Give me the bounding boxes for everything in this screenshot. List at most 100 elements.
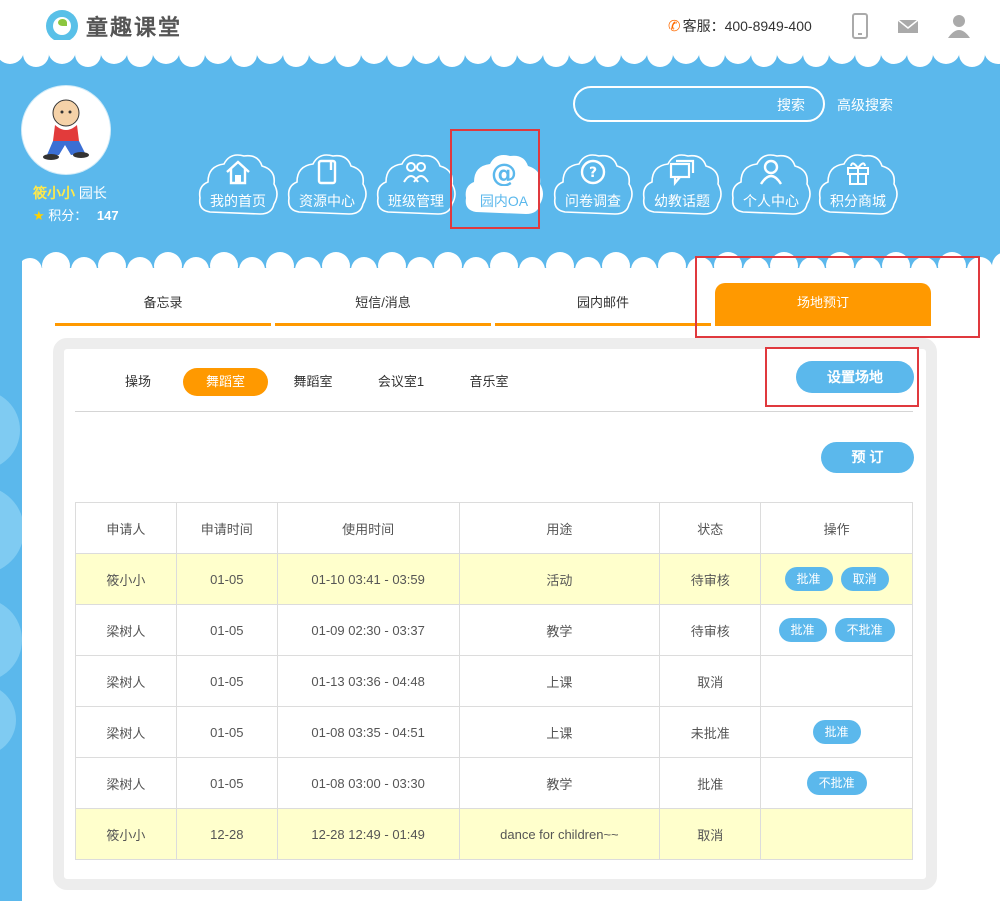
purpose-cell: 教学 bbox=[458, 757, 661, 809]
hotline-label: 客服： bbox=[682, 18, 725, 34]
room-tab[interactable]: 音乐室 bbox=[463, 368, 515, 396]
gift-icon bbox=[847, 162, 869, 185]
use-time-cell: 12-28 12:49 - 01:49 bbox=[276, 808, 460, 860]
status-cell: 取消 bbox=[659, 808, 762, 860]
nav-label: 积分商城 bbox=[830, 193, 886, 209]
room-tab[interactable]: 会议室1 bbox=[371, 368, 431, 396]
nav-item-class[interactable]: 班级管理 bbox=[374, 150, 458, 220]
cloud-edge-top bbox=[0, 40, 1000, 67]
nav-item-profile[interactable]: 个人中心 bbox=[729, 150, 813, 220]
column-header: 申请时间 bbox=[175, 502, 278, 554]
tab-mail[interactable]: 园内邮件 bbox=[495, 283, 711, 326]
brand-name: 童趣课堂 bbox=[86, 15, 183, 40]
status-cell: 未批准 bbox=[659, 706, 762, 758]
applicant-cell: 筱小小 bbox=[75, 553, 177, 605]
ops-cell bbox=[760, 808, 913, 860]
column-header: 用途 bbox=[458, 502, 661, 554]
ops-cell: 批准 不批准 bbox=[760, 604, 913, 656]
status-cell: 待审核 bbox=[659, 553, 762, 605]
purpose-cell: dance for children~~ bbox=[458, 808, 661, 860]
book-button[interactable]: 预 订 bbox=[821, 442, 914, 473]
nav-item-survey[interactable]: ? 问卷调查 bbox=[551, 150, 635, 220]
main-nav: 我的首页 资源中心 班级管理 @ 园内OA ? 问卷调查 幼教话题 个人中心 积… bbox=[196, 150, 906, 224]
nav-item-mall[interactable]: 积分商城 bbox=[816, 150, 900, 220]
star-icon: ★ bbox=[33, 208, 45, 223]
mobile-icon[interactable] bbox=[850, 12, 870, 40]
status-cell: 批准 bbox=[659, 757, 762, 809]
column-header: 申请人 bbox=[75, 502, 177, 554]
advanced-search-link[interactable]: 高级搜索 bbox=[837, 95, 893, 115]
annotation-box-setup-venue bbox=[765, 347, 919, 407]
reject-button[interactable]: 不批准 bbox=[806, 771, 867, 795]
approve-button[interactable]: 批准 bbox=[812, 720, 861, 744]
table-row: 筱小小 12-28 12-28 12:49 - 01:49 dance for … bbox=[75, 808, 913, 860]
use-time-cell: 01-08 03:35 - 04:51 bbox=[276, 706, 460, 758]
column-header: 使用时间 bbox=[276, 502, 460, 554]
nav-label: 个人中心 bbox=[743, 193, 799, 209]
purpose-cell: 上课 bbox=[458, 706, 661, 758]
nav-item-topics[interactable]: 幼教话题 bbox=[640, 150, 724, 220]
booking-table: 申请人 申请时间 使用时间 用途 状态 操作 筱小小 01-05 01-10 0… bbox=[75, 502, 913, 860]
user-points: ★ 积分： 147 bbox=[33, 205, 119, 224]
nav-item-resources[interactable]: 资源中心 bbox=[285, 150, 369, 220]
approve-button[interactable]: 批准 bbox=[778, 618, 827, 642]
purpose-cell: 活动 bbox=[458, 553, 661, 605]
svg-text:?: ? bbox=[589, 165, 597, 181]
table-row: 筱小小 01-05 01-10 03:41 - 03:59 活动 待审核 批准取… bbox=[75, 553, 913, 605]
ops-cell: 批准 bbox=[760, 706, 913, 758]
room-tab[interactable]: 舞蹈室 bbox=[287, 368, 339, 396]
approve-button[interactable]: 批准 bbox=[784, 567, 833, 591]
room-tab[interactable]: 操场 bbox=[113, 368, 163, 396]
mail-icon[interactable] bbox=[896, 12, 920, 40]
avatar-image bbox=[43, 99, 89, 160]
user-name[interactable]: 筱小小 bbox=[33, 185, 75, 201]
ops-cell bbox=[760, 655, 913, 707]
search-button[interactable]: 搜索 bbox=[777, 95, 805, 115]
side-cloud-left bbox=[0, 395, 22, 750]
tab-memo[interactable]: 备忘录 bbox=[55, 283, 271, 326]
use-time-cell: 01-10 03:41 - 03:59 bbox=[276, 553, 460, 605]
nav-label: 班级管理 bbox=[388, 193, 444, 209]
apply-date-cell: 01-05 bbox=[175, 706, 278, 758]
logo[interactable]: 童趣课堂 bbox=[46, 10, 182, 42]
table-header-row: 申请人 申请时间 使用时间 用途 状态 操作 bbox=[75, 502, 913, 554]
applicant-cell: 梁树人 bbox=[75, 706, 177, 758]
room-tab[interactable]: 舞蹈室 bbox=[183, 368, 268, 396]
apply-date-cell: 01-05 bbox=[175, 553, 278, 605]
status-cell: 取消 bbox=[659, 655, 762, 707]
points-value: 147 bbox=[96, 208, 119, 223]
user-info: 筱小小 园长 bbox=[33, 183, 107, 203]
applicant-cell: 筱小小 bbox=[75, 808, 177, 860]
ops-cell: 不批准 bbox=[760, 757, 913, 809]
home-icon bbox=[226, 160, 250, 185]
search-input[interactable]: 搜索 bbox=[573, 86, 825, 122]
user-role: 园长 bbox=[78, 185, 107, 201]
user-icon[interactable] bbox=[946, 12, 972, 40]
annotation-box-venue-tab bbox=[695, 256, 980, 338]
hotline: ✆ 客服： 400-8949-400 bbox=[668, 16, 812, 36]
group-icon bbox=[403, 162, 429, 183]
document-icon bbox=[317, 159, 337, 185]
column-header: 状态 bbox=[659, 502, 762, 554]
reject-button[interactable]: 不批准 bbox=[834, 618, 895, 642]
column-header: 操作 bbox=[760, 502, 913, 554]
points-label: 积分： bbox=[48, 208, 88, 223]
tab-messages[interactable]: 短信/消息 bbox=[275, 283, 491, 326]
cancel-button[interactable]: 取消 bbox=[840, 567, 889, 591]
table-row: 梁树人 01-05 01-08 03:35 - 04:51 上课 未批准 批准 bbox=[75, 706, 913, 758]
status-cell: 待审核 bbox=[659, 604, 762, 656]
apply-date-cell: 01-05 bbox=[175, 757, 278, 809]
nav-label: 我的首页 bbox=[210, 193, 266, 209]
applicant-cell: 梁树人 bbox=[75, 757, 177, 809]
nav-label: 资源中心 bbox=[299, 193, 355, 209]
nav-label: 问卷调查 bbox=[565, 193, 621, 209]
logo-icon bbox=[46, 10, 78, 42]
question-icon: ? bbox=[580, 159, 606, 185]
avatar[interactable] bbox=[22, 86, 110, 174]
table-row: 梁树人 01-05 01-13 03:36 - 04:48 上课 取消 bbox=[75, 655, 913, 707]
phone-icon: ✆ bbox=[668, 18, 681, 35]
chat-icon bbox=[669, 159, 695, 187]
nav-item-home[interactable]: 我的首页 bbox=[196, 150, 280, 220]
table-row: 梁树人 01-05 01-08 03:00 - 03:30 教学 批准 不批准 bbox=[75, 757, 913, 809]
hotline-number: 400-8949-400 bbox=[724, 18, 812, 34]
